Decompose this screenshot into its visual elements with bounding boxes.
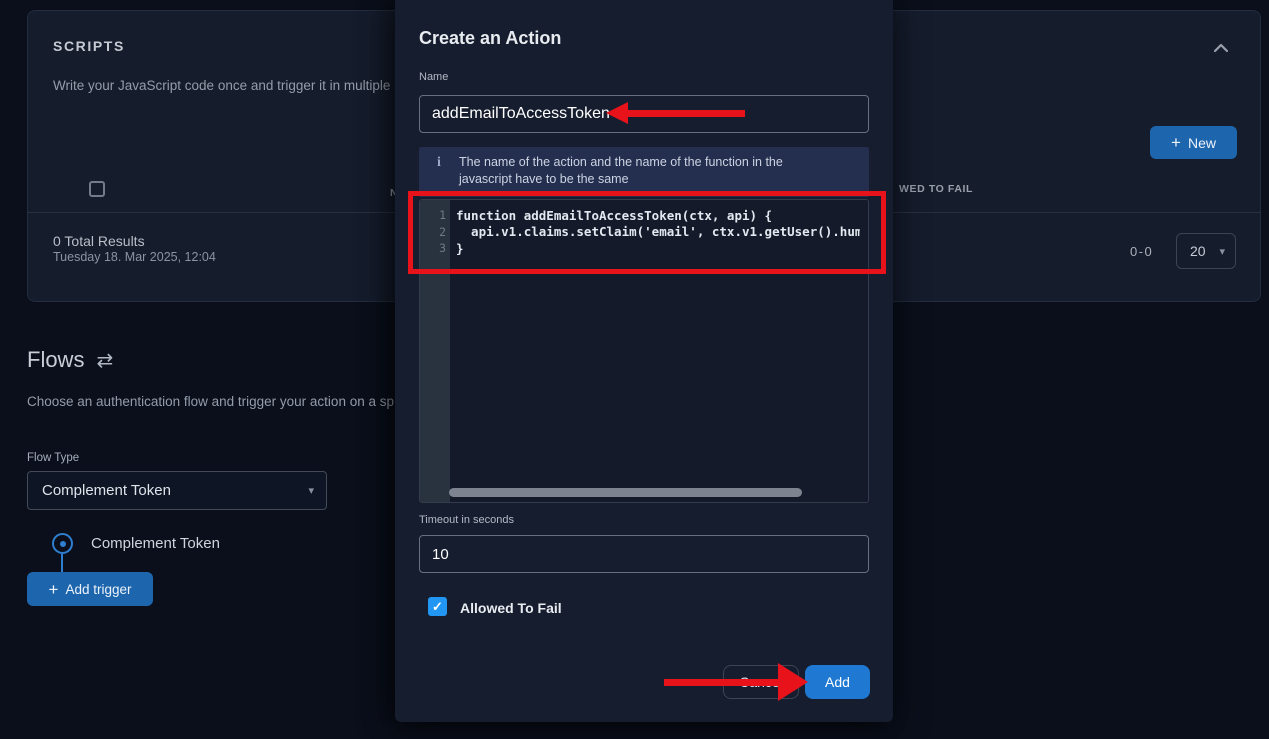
flows-title: Flows xyxy=(27,347,84,373)
add-trigger-button[interactable]: + Add trigger xyxy=(27,572,153,606)
line-number: 2 xyxy=(420,225,446,239)
allowed-to-fail-label: Allowed To Fail xyxy=(460,600,562,616)
flow-node-label: Complement Token xyxy=(91,535,220,552)
caret-down-icon: ▾ xyxy=(308,484,314,497)
code-line: 3 } xyxy=(420,240,868,257)
flow-connector-line xyxy=(61,554,63,573)
code-line: 2 api.v1.claims.setClaim('email', ctx.v1… xyxy=(420,224,868,241)
create-action-modal: Create an Action Name i The name of the … xyxy=(395,0,893,722)
page-size-value: 20 xyxy=(1190,243,1206,259)
scripts-section-title: SCRIPTS xyxy=(53,38,125,54)
line-number: 3 xyxy=(420,241,446,255)
cancel-button[interactable]: Cancel xyxy=(723,665,799,699)
flow-type-label: Flow Type xyxy=(27,452,79,464)
new-button-label: New xyxy=(1188,135,1216,151)
line-text: function addEmailToAccessToken(ctx, api)… xyxy=(456,208,860,223)
plus-icon: + xyxy=(49,581,59,598)
info-icon: i xyxy=(419,147,459,197)
timeout-input[interactable] xyxy=(419,535,869,573)
line-text: } xyxy=(456,241,860,256)
flow-node-circle xyxy=(52,533,73,554)
code-line: 1 function addEmailToAccessToken(ctx, ap… xyxy=(420,207,868,224)
column-header-allowed-to-fail: WED TO FAIL xyxy=(899,183,973,195)
line-number: 1 xyxy=(420,208,446,222)
flow-type-value: Complement Token xyxy=(42,482,171,499)
results-timestamp: Tuesday 18. Mar 2025, 12:04 xyxy=(53,250,216,264)
code-editor[interactable]: 1 function addEmailToAccessToken(ctx, ap… xyxy=(419,199,869,503)
select-all-checkbox[interactable] xyxy=(89,181,105,197)
new-action-button[interactable]: + New xyxy=(1150,126,1237,159)
info-banner: i The name of the action and the name of… xyxy=(419,147,869,197)
add-button[interactable]: Add xyxy=(805,665,870,699)
timeout-field-label: Timeout in seconds xyxy=(419,514,514,526)
name-field-label: Name xyxy=(419,71,448,83)
pagination-range: 0-0 xyxy=(1130,244,1153,259)
swap-arrows-icon: ⇄ xyxy=(96,348,113,373)
total-results-label: 0 Total Results xyxy=(53,233,145,249)
scripts-section-description: Write your JavaScript code once and trig… xyxy=(53,78,397,93)
caret-down-icon: ▾ xyxy=(1219,245,1225,258)
add-trigger-label: Add trigger xyxy=(65,582,131,597)
info-banner-text: The name of the action and the name of t… xyxy=(459,147,819,197)
modal-title: Create an Action xyxy=(419,28,561,49)
chevron-up-icon[interactable] xyxy=(1212,41,1230,55)
check-icon: ✓ xyxy=(432,599,443,615)
allowed-to-fail-checkbox[interactable]: ✓ xyxy=(428,597,447,616)
page-size-select[interactable]: 20 ▾ xyxy=(1176,233,1236,269)
line-text: api.v1.claims.setClaim('email', ctx.v1.g… xyxy=(456,224,860,239)
plus-icon: + xyxy=(1171,134,1181,151)
horizontal-scrollbar[interactable] xyxy=(449,488,802,497)
name-input[interactable] xyxy=(419,95,869,133)
flow-type-select[interactable]: Complement Token ▾ xyxy=(27,471,327,510)
code-lines: 1 function addEmailToAccessToken(ctx, ap… xyxy=(420,207,868,257)
flows-header: Flows ⇄ xyxy=(27,347,113,373)
flows-description: Choose an authentication flow and trigge… xyxy=(27,394,395,409)
